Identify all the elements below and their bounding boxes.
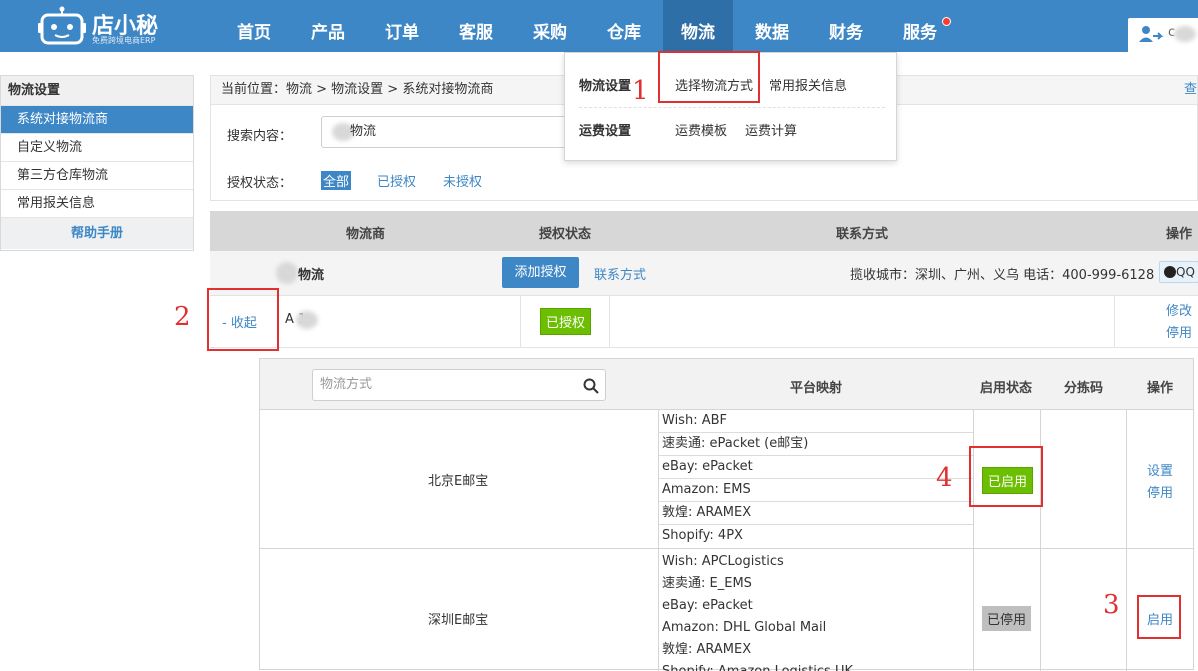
nav-customer-service[interactable]: 客服	[441, 0, 511, 52]
dropdown-divider	[579, 107, 885, 108]
header-actions: 操作	[1166, 227, 1193, 242]
view-link[interactable]: 查	[1184, 76, 1197, 104]
annotation-box-4	[969, 446, 1043, 507]
mapping-line: 速卖通: E_EMS	[662, 576, 752, 591]
provider-row: 物流 添加授权 联系方式 揽收城市：深圳、广州、义乌 电话：400-999-61…	[210, 251, 1198, 296]
header-platform-mapping: 平台映射	[790, 381, 843, 396]
freight-template-link[interactable]: 运费模板	[675, 120, 727, 139]
robot-logo-icon[interactable]	[38, 6, 86, 46]
account-edit-link[interactable]: 修改	[1166, 300, 1192, 319]
annotation-number-3: 3	[1103, 590, 1120, 620]
sidebar-item-customs-info[interactable]: 常用报关信息	[1, 189, 193, 217]
qq-label: QQ	[1176, 265, 1195, 279]
logistics-method-table: 物流方式 平台映射 启用状态 分拣码 操作 北京E邮宝 Wish: ABF 速卖…	[259, 358, 1194, 671]
top-navigation-bar: 店小秘 免费跨境电商ERP 首页 产品 订单 客服 采购 仓库 物流 数据 财务…	[0, 0, 1198, 52]
user-icon	[1138, 24, 1164, 48]
account-status-badge: 已授权	[540, 308, 592, 335]
account-disable-link[interactable]: 停用	[1166, 322, 1192, 341]
annotation-box-2	[207, 288, 279, 351]
method-row: 北京E邮宝 Wish: ABF 速卖通: ePacket (e邮宝) eBay:…	[260, 410, 1193, 549]
annotation-number-2: 2	[174, 302, 191, 332]
nav-services[interactable]: 服务	[885, 0, 955, 52]
customs-info-link[interactable]: 常用报关信息	[769, 75, 847, 94]
mapping-line: Amazon: EMS	[659, 479, 973, 502]
dropdown-group-freight-settings: 运费设置	[579, 124, 632, 139]
auth-filter-authorized[interactable]: 已授权	[375, 171, 418, 190]
mapping-line: eBay: ePacket	[662, 598, 753, 613]
search-icon[interactable]	[583, 376, 599, 406]
logo-subtitle: 免费跨境电商ERP	[92, 36, 156, 45]
auth-filter-all[interactable]: 全部	[321, 171, 352, 190]
provider-name: 物流	[298, 268, 325, 283]
mapping-line: 速卖通: ePacket (e邮宝)	[659, 433, 973, 456]
provider-table-header: 物流商 授权状态 联系方式 操作	[210, 211, 1198, 251]
method-table-header: 物流方式 平台映射 启用状态 分拣码 操作	[260, 359, 1193, 410]
contact-info: 揽收城市：深圳、广州、义乌 电话：400-999-6128	[850, 268, 1155, 283]
method-row: 深圳E邮宝 Wish: APCLogistics 速卖通: E_EMS eBay…	[260, 549, 1193, 671]
method-name: 北京E邮宝	[428, 474, 489, 489]
annotation-box-1	[658, 51, 760, 103]
user-menu[interactable]: c	[1128, 18, 1198, 52]
add-authorization-button[interactable]: 添加授权	[502, 257, 579, 288]
annotation-number-1: 1	[632, 76, 649, 106]
nav-finance[interactable]: 财务	[811, 0, 881, 52]
method-status-badge: 已停用	[982, 606, 1032, 631]
sidebar-item-custom-logistics[interactable]: 自定义物流	[1, 133, 193, 161]
method-search-placeholder: 物流方式	[320, 377, 373, 392]
sidebar-item-system-carriers[interactable]: 系统对接物流商	[1, 105, 193, 133]
header-auth-status: 授权状态	[539, 227, 592, 242]
nav-data[interactable]: 数据	[737, 0, 807, 52]
mapping-line: 敦煌: ARAMEX	[662, 642, 752, 657]
account-row: - 收起 A 1 已授权 修改 停用	[210, 296, 1198, 348]
nav-warehouse[interactable]: 仓库	[589, 0, 659, 52]
header-contact: 联系方式	[836, 227, 889, 242]
nav-home[interactable]: 首页	[219, 0, 289, 52]
breadcrumb-prefix: 当前位置：	[221, 82, 287, 97]
mapping-line: Wish: ABF	[659, 410, 973, 433]
notification-dot	[942, 17, 951, 26]
mapping-line: 敦煌: ARAMEX	[659, 502, 973, 525]
search-label: 搜索内容：	[227, 129, 293, 144]
method-search-input[interactable]: 物流方式	[312, 369, 606, 401]
qq-contact-button[interactable]: QQ	[1159, 261, 1198, 283]
mapping-line: eBay: ePacket	[659, 456, 973, 479]
nav-logistics[interactable]: 物流	[663, 0, 733, 52]
freight-calculator-link[interactable]: 运费计算	[745, 120, 797, 139]
header-sort-code: 分拣码	[1064, 381, 1104, 396]
nav-products[interactable]: 产品	[293, 0, 363, 52]
method-name: 深圳E邮宝	[428, 613, 489, 628]
breadcrumb-path[interactable]: 物流 > 物流设置 > 系统对接物流商	[286, 82, 493, 97]
method-settings-link[interactable]: 设置	[1147, 460, 1173, 479]
help-manual-link[interactable]: 帮助手册	[1, 217, 193, 249]
mapping-line: Amazon: DHL Global Mail	[662, 620, 827, 635]
search-input-value: 物流	[350, 124, 377, 139]
annotation-number-4: 4	[936, 463, 953, 493]
header-method-actions: 操作	[1147, 381, 1174, 396]
nav-orders[interactable]: 订单	[367, 0, 437, 52]
auth-filter-unauthorized[interactable]: 未授权	[441, 171, 484, 190]
mapping-line: Wish: APCLogistics	[662, 554, 784, 569]
header-enable-status: 启用状态	[980, 381, 1033, 396]
dropdown-group-logistics-settings: 物流设置	[579, 79, 632, 94]
header-provider: 物流商	[346, 227, 386, 242]
sidebar-title: 物流设置	[1, 76, 193, 105]
sidebar-item-third-party-warehouse[interactable]: 第三方仓库物流	[1, 161, 193, 189]
nav-purchasing[interactable]: 采购	[515, 0, 585, 52]
qq-icon	[1164, 266, 1176, 278]
auth-status-label: 授权状态：	[227, 176, 293, 191]
left-sidebar: 物流设置 系统对接物流商 自定义物流 第三方仓库物流 常用报关信息 帮助手册	[0, 75, 194, 251]
annotation-box-3	[1137, 595, 1181, 639]
mapping-line: Shopify: 4PX	[662, 528, 743, 543]
method-disable-link[interactable]: 停用	[1147, 482, 1173, 501]
contact-link[interactable]: 联系方式	[594, 264, 646, 283]
